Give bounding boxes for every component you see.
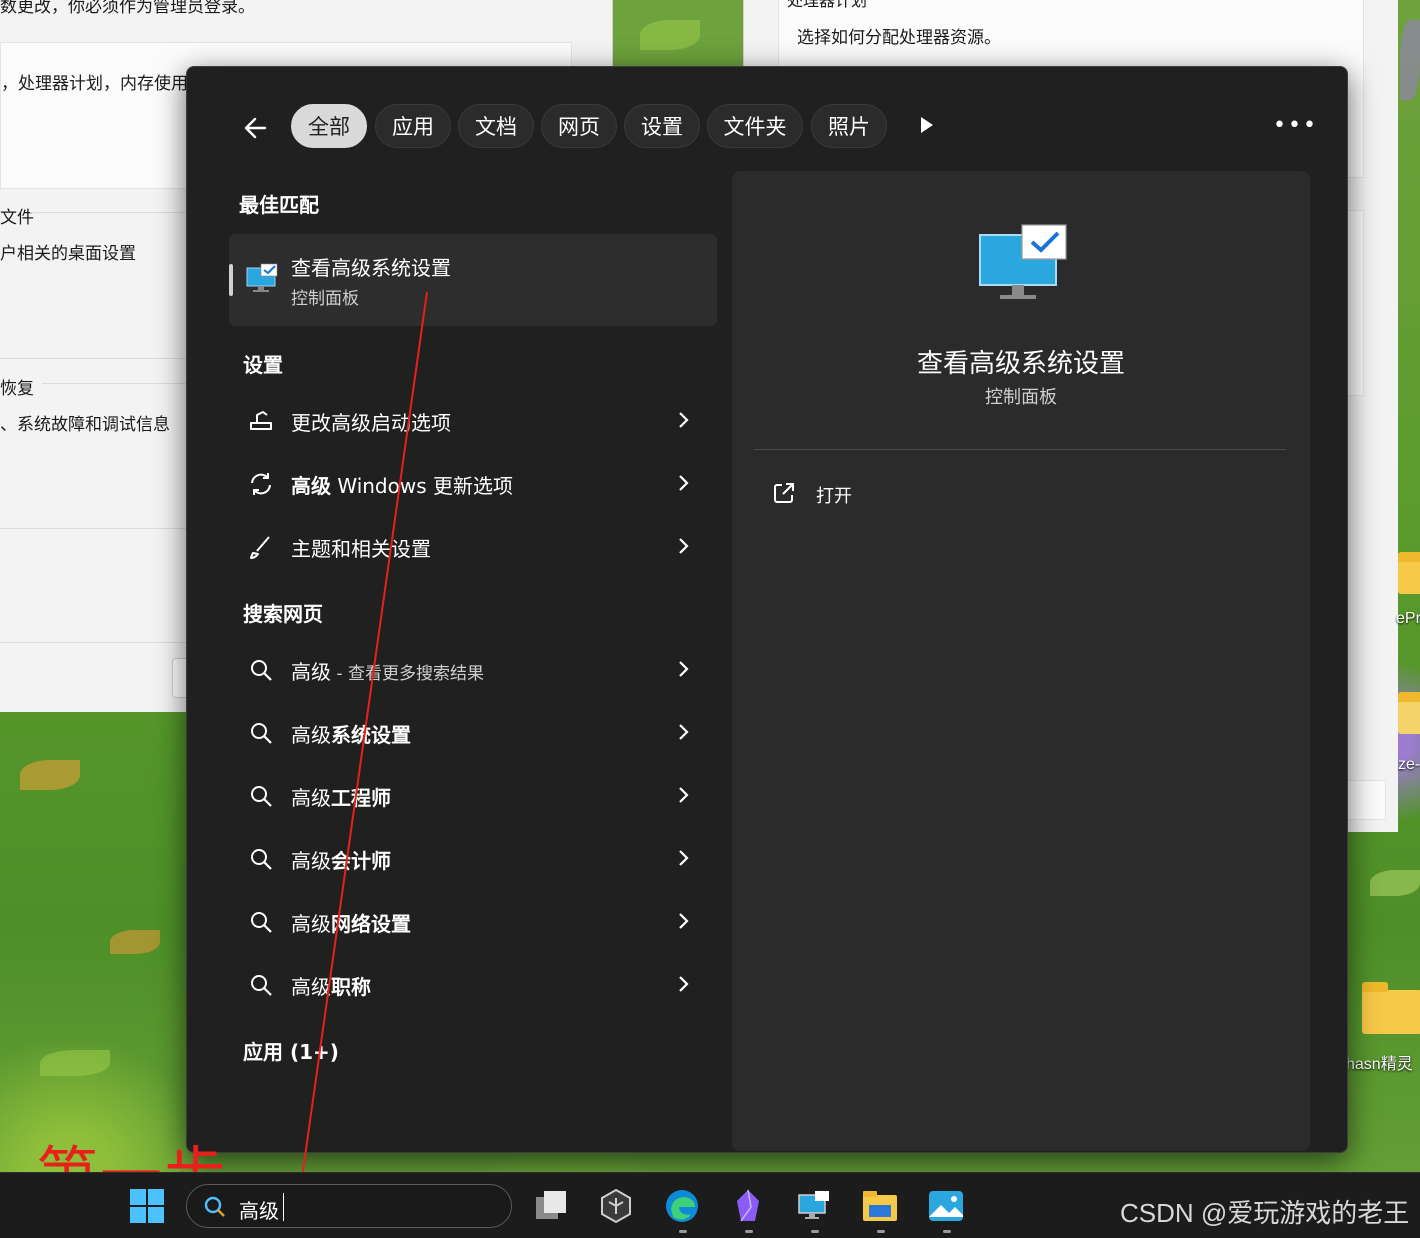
annotation-line xyxy=(299,291,428,1193)
running-indicator xyxy=(943,1230,951,1233)
running-indicator xyxy=(679,1230,687,1233)
search-query[interactable]: 高级 xyxy=(239,1195,279,1224)
remote-desktop-icon[interactable] xyxy=(795,1187,833,1225)
file-explorer-icon[interactable] xyxy=(861,1187,899,1225)
photos-icon[interactable] xyxy=(927,1187,965,1225)
task-view-icon[interactable] xyxy=(532,1187,570,1225)
taskbar-search-box[interactable]: 高级 xyxy=(186,1184,512,1228)
unity-hub-icon[interactable] xyxy=(597,1187,635,1225)
running-indicator xyxy=(877,1230,885,1233)
taskbar: 高级 CSDN @爱玩游戏的老王 xyxy=(0,1172,1420,1238)
edge-icon[interactable] xyxy=(663,1187,701,1225)
running-indicator xyxy=(745,1230,753,1233)
csdn-watermark: CSDN @爱玩游戏的老王 xyxy=(1120,1198,1410,1228)
obsidian-icon[interactable] xyxy=(729,1187,767,1225)
windows-start-icon[interactable] xyxy=(128,1187,166,1225)
search-icon xyxy=(204,1196,225,1217)
text-caret xyxy=(283,1193,284,1221)
running-indicator xyxy=(811,1230,819,1233)
